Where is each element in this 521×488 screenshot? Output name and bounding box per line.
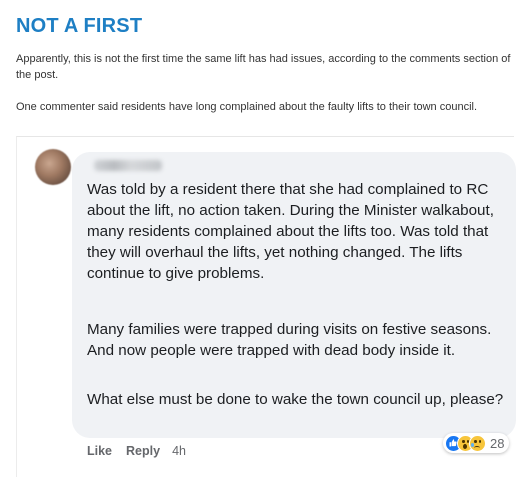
avatar[interactable] [35, 149, 71, 185]
comment-bubble: Was told by a resident there that she ha… [72, 152, 516, 438]
like-button[interactable]: Like [87, 444, 112, 458]
comment-screenshot: Was told by a resident there that she ha… [16, 136, 516, 477]
article-paragraph: Apparently, this is not the first time t… [16, 53, 511, 81]
reply-button[interactable]: Reply [126, 444, 160, 458]
comment-text: Was told by a resident there that she ha… [87, 181, 494, 282]
sad-icon [469, 434, 486, 452]
article-paragraph: One commenter said residents have long c… [16, 101, 478, 113]
article-headline: NOT A FIRST [16, 15, 143, 37]
comment-text: Many families were trapped during visits… [87, 321, 492, 359]
timestamp[interactable]: 4h [172, 444, 186, 458]
reaction-count: 28 [490, 435, 505, 451]
comment-actions: Like Reply 4h [87, 444, 186, 458]
author-name-blurred [94, 160, 162, 171]
reactions-summary[interactable]: 28 [443, 433, 510, 453]
comment-text: What else must be done to wake the town … [87, 391, 504, 408]
